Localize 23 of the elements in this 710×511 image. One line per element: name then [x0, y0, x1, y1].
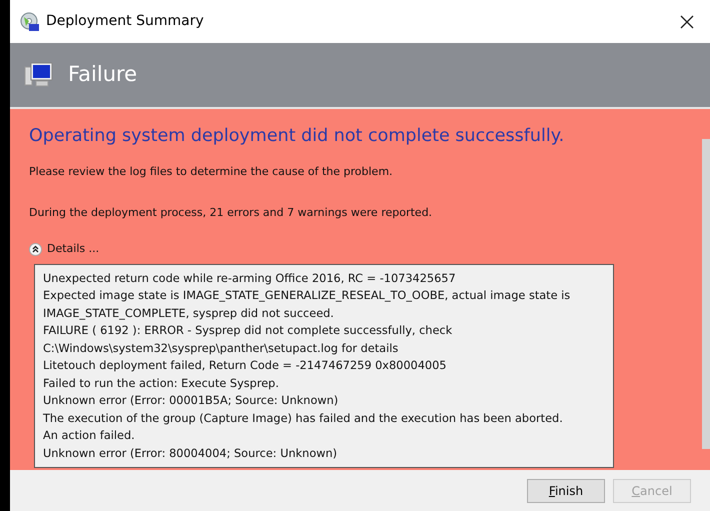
status-title: Failure: [68, 61, 138, 88]
details-toggle[interactable]: Details ...: [29, 241, 100, 258]
collapse-icon: [29, 243, 42, 256]
log-line: The execution of the group (Capture Image) has failed and the execution has been aborted.: [43, 410, 564, 427]
computer-icon: [24, 62, 54, 88]
log-line: Unexpected return code while re-arming Office 2016, RC = -1073425657: [43, 270, 457, 287]
window-title: Deployment Summary: [46, 12, 204, 31]
log-line: C:\Windows\system32\sysprep\panther\setupact.log for details: [43, 340, 400, 357]
log-line: Failed to run the action: Execute Sysprep.: [43, 376, 280, 392]
dialog-button[interactable]: Finish: [527, 478, 605, 502]
log-line: FAILURE ( 6192 ): ERROR - Sysprep did not complete successfully, check: [43, 323, 454, 340]
log-line: Unknown error (Error: 00001B5A; Source: Unknown): [43, 393, 340, 410]
message-heading: Operating system deployment did not complete successfully.: [29, 125, 566, 148]
message-text: Please review the log files to determine the cause of the problem.: [29, 164, 394, 180]
disc-icon: [20, 12, 40, 32]
log-line: IMAGE_STATE_COMPLETE, sysprep did not succeed.: [43, 306, 335, 322]
scrollbar[interactable]: [702, 139, 710, 449]
log-line: Litetouch deployment failed, Return Code = -2147467259 0x80004005: [43, 358, 448, 374]
log-line: An action failed.: [43, 428, 136, 444]
message-text: During the deployment process, 21 errors and 7 warnings were reported.: [29, 204, 434, 221]
log-line: Expected image state is IMAGE_STATE_GENERALIZE_RESEAL_TO_OOBE, actual image state is: [43, 288, 572, 304]
log-line: Unknown error (Error: 80004004; Source: Unknown): [43, 446, 338, 462]
close-icon: [680, 15, 694, 30]
